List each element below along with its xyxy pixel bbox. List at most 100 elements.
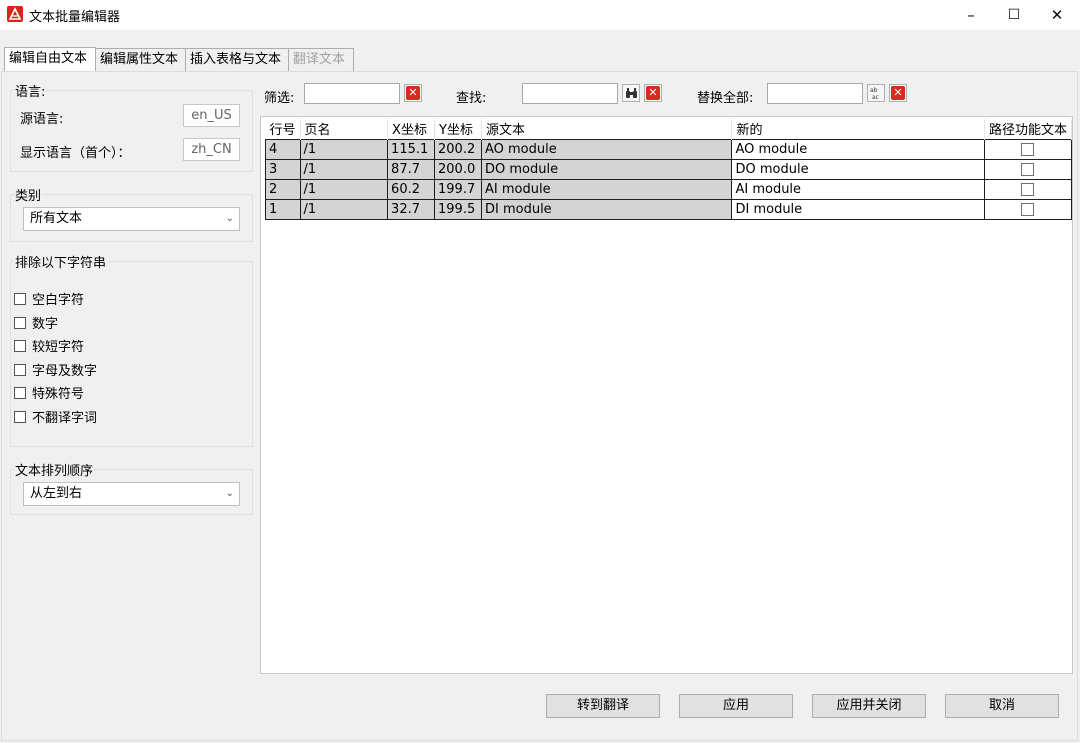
binoculars-icon (625, 87, 637, 98)
find-button[interactable] (622, 84, 640, 102)
chevron-down-icon: ⌄ (225, 488, 234, 499)
svg-text:ac: ac (872, 94, 879, 100)
tab-edit-free-text[interactable]: 编辑自由文本 (4, 47, 96, 71)
clear-find-button[interactable]: ✕ (644, 84, 662, 102)
category-group-title: 类别 (14, 185, 43, 204)
table-row[interactable]: 4 /1 115.1 200.2 AO module AO module (265, 138, 1073, 160)
checkbox-icon[interactable] (14, 363, 26, 376)
column-header-row-number[interactable]: 行号 (265, 119, 301, 139)
goto-translate-button[interactable]: 转到翻译 (546, 694, 660, 718)
cell-y: 199.7 (434, 178, 482, 200)
cell-source-text: AI module (480, 178, 733, 200)
exclude-whitespace-option[interactable]: 空白字符 (14, 289, 84, 308)
cell-page-name: /1 (299, 178, 389, 200)
option-label: 数字 (32, 317, 59, 332)
replace-all-input[interactable] (767, 83, 863, 104)
replace-all-label: 替换全部: (697, 91, 754, 106)
find-input[interactable] (522, 83, 618, 104)
cancel-button[interactable]: 取消 (945, 694, 1059, 718)
column-header-source-text[interactable]: 源文本 (481, 119, 733, 139)
find-label: 查找: (456, 91, 487, 106)
table-row[interactable]: 1 /1 32.7 199.5 DI module DI module (265, 198, 1073, 220)
text-grid: 行号 页名 X坐标 Y坐标 源文本 新的 路径功能文本 4 /1 115.1 2… (260, 116, 1073, 674)
cell-y: 199.5 (434, 198, 482, 220)
tab-edit-attribute-text[interactable]: 编辑属性文本 (95, 48, 186, 71)
cell-row-number: 1 (265, 198, 301, 220)
window-title: 文本批量编辑器 (29, 10, 121, 25)
clear-filter-button[interactable]: ✕ (404, 84, 422, 102)
clear-x-icon: ✕ (646, 86, 660, 100)
exclude-special-symbols-option[interactable]: 特殊符号 (14, 383, 84, 402)
cell-page-name: /1 (299, 198, 389, 220)
cell-page-name: /1 (299, 158, 389, 180)
checkbox-icon[interactable] (14, 386, 26, 399)
exclude-numbers-option[interactable]: 数字 (14, 313, 58, 332)
apply-and-close-button[interactable]: 应用并关闭 (812, 694, 926, 718)
table-row[interactable]: 2 /1 60.2 199.7 AI module AI module (265, 178, 1073, 200)
display-language-field[interactable]: zh_CN (183, 138, 240, 161)
cell-path-function[interactable] (983, 178, 1073, 200)
clear-replace-button[interactable]: ✕ (889, 84, 907, 102)
cell-path-function[interactable] (983, 158, 1073, 180)
column-header-new-text[interactable]: 新的 (731, 119, 985, 139)
text-table: 行号 页名 X坐标 Y坐标 源文本 新的 路径功能文本 4 /1 115.1 2… (265, 119, 1073, 220)
checkbox-icon[interactable] (14, 410, 26, 423)
maximize-button[interactable]: ☐ (991, 0, 1037, 30)
cell-x: 60.2 (387, 178, 436, 200)
checkbox-icon[interactable] (1021, 202, 1035, 216)
cell-x: 32.7 (387, 198, 436, 220)
checkbox-icon[interactable] (14, 339, 26, 352)
close-button[interactable]: ✕ (1034, 0, 1080, 30)
column-header-path-function-text[interactable]: 路径功能文本 (984, 119, 1073, 139)
option-label: 特殊符号 (32, 387, 85, 402)
column-header-page-name[interactable]: 页名 (300, 119, 389, 139)
cell-x: 115.1 (387, 138, 436, 160)
cell-page-name: /1 (299, 138, 389, 160)
checkbox-icon[interactable] (14, 316, 26, 329)
table-row[interactable]: 3 /1 87.7 200.0 DO module DO module (265, 158, 1073, 180)
exclude-alphanumeric-option[interactable]: 字母及数字 (14, 360, 97, 379)
cell-row-number: 3 (265, 158, 301, 180)
apply-button[interactable]: 应用 (679, 694, 793, 718)
checkbox-icon[interactable] (1021, 162, 1035, 176)
sort-order-dropdown[interactable]: 从左到右 ⌄ (23, 482, 240, 506)
cell-row-number: 2 (265, 178, 301, 200)
source-language-field[interactable]: en_US (183, 104, 240, 127)
exclude-group-title: 排除以下字符串 (14, 252, 108, 271)
category-dropdown[interactable]: 所有文本 ⌄ (23, 207, 240, 231)
cell-y: 200.0 (434, 158, 482, 180)
minimize-button[interactable]: – (948, 0, 994, 30)
cell-new-text[interactable]: AI module (731, 178, 985, 200)
cell-path-function[interactable] (983, 198, 1073, 220)
exclude-no-translate-words-option[interactable]: 不翻译字词 (14, 407, 97, 426)
filter-label: 筛选: (264, 91, 295, 106)
chevron-down-icon: ⌄ (225, 213, 234, 224)
cell-new-text[interactable]: DI module (731, 198, 985, 220)
checkbox-icon[interactable] (1021, 182, 1035, 196)
option-label: 字母及数字 (32, 364, 98, 379)
source-language-label: 源语言: (20, 112, 64, 127)
clear-x-icon: ✕ (406, 86, 420, 100)
tab-insert-table-text[interactable]: 插入表格与文本 (185, 48, 289, 71)
display-language-label: 显示语言（首个）： (20, 146, 131, 161)
option-label: 较短字符 (32, 340, 85, 355)
column-header-y[interactable]: Y坐标 (434, 119, 482, 139)
option-label: 空白字符 (32, 293, 85, 308)
filter-input[interactable] (304, 83, 400, 104)
replace-all-button[interactable]: ab ac (867, 84, 885, 102)
cell-new-text[interactable]: AO module (731, 138, 985, 160)
checkbox-icon[interactable] (1021, 142, 1035, 156)
category-selected: 所有文本 (30, 211, 83, 226)
cell-source-text: DO module (480, 158, 733, 180)
tab-translate-text: 翻译文本 (288, 48, 354, 71)
sort-order-group-title: 文本排列顺序 (14, 460, 95, 479)
option-label: 不翻译字词 (32, 411, 98, 426)
cell-path-function[interactable] (983, 138, 1073, 160)
checkbox-icon[interactable] (14, 292, 26, 305)
replace-ab-ac-icon: abac (870, 87, 879, 100)
cell-y: 200.2 (434, 138, 482, 160)
column-header-x[interactable]: X坐标 (387, 119, 436, 139)
exclude-short-strings-option[interactable]: 较短字符 (14, 336, 84, 355)
cell-new-text[interactable]: DO module (731, 158, 985, 180)
svg-text:ab: ab (870, 87, 878, 94)
